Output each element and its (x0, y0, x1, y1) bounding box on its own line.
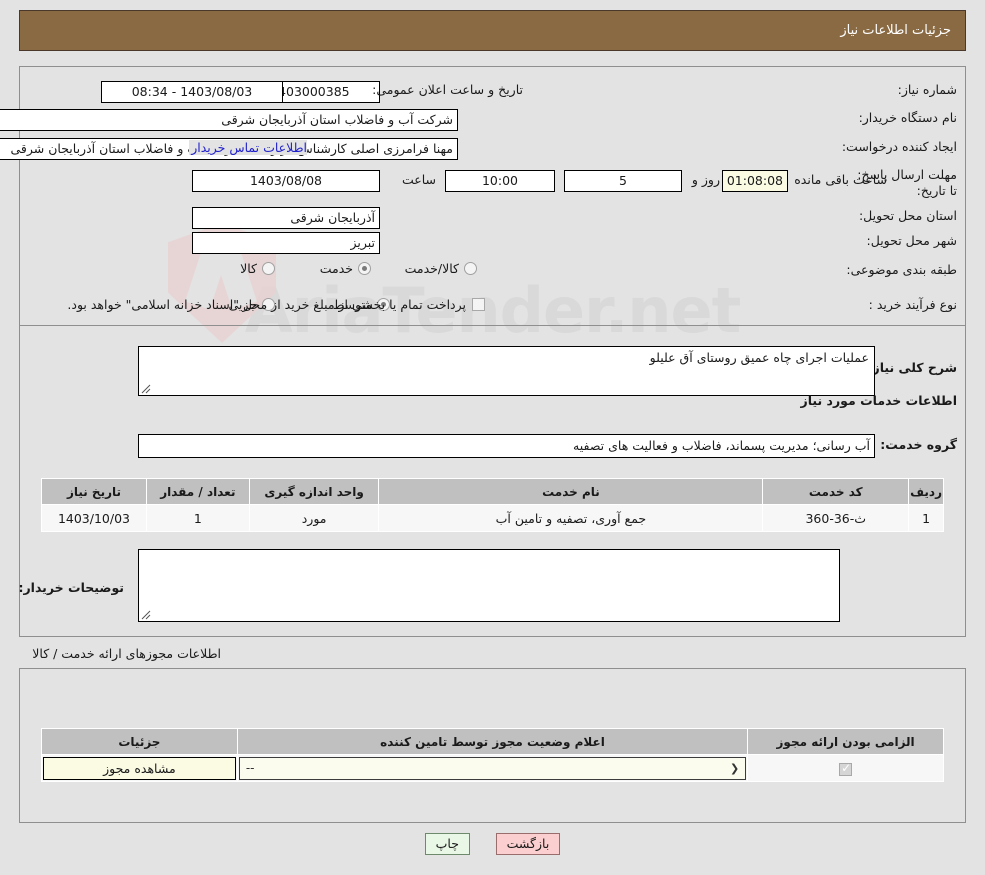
treasury-note-label: پرداخت تمام یا بخشی از مبلغ خرید از محل … (67, 297, 466, 312)
checkbox-treasury-icon[interactable] (472, 298, 485, 311)
public-announce-label-wrap: تاریخ و ساعت اعلان عمومی: (372, 82, 523, 97)
hour-label-wrap: ساعت (402, 172, 436, 187)
chevron-down-icon: ❮ (729, 761, 740, 775)
radio-kala-icon[interactable] (262, 262, 275, 275)
requester-label-wrap: ایجاد کننده درخواست: (842, 139, 957, 154)
buyer-org-field[interactable]: شرکت آب و فاضلاب استان آذربایجان شرقی (0, 109, 458, 131)
services-table-header-row: ردیف کد خدمت نام خدمت واحد اندازه گیری ت… (41, 478, 944, 505)
license-status-value: -- (245, 760, 255, 775)
category-option-kala[interactable]: کالا (240, 261, 275, 276)
resize-grip-icon-2[interactable] (141, 610, 151, 620)
deadline-date-field[interactable]: 1403/08/08 (192, 170, 380, 192)
services-table-wrap: ردیف کد خدمت نام خدمت واحد اندازه گیری ت… (41, 478, 944, 532)
cell-unit: مورد (248, 504, 380, 532)
cell-license-status: ❮ -- (236, 754, 749, 782)
city-label-wrap: شهر محل تحویل: (867, 233, 957, 248)
col-license-status: اعلام وضعیت مجوز توسط تامین کننده (236, 728, 749, 755)
col-need-date: تاریخ نیاز (41, 478, 147, 505)
need-number-label-wrap: شماره نیاز: (898, 82, 957, 97)
buyer-contact-link-label: اطلاعات تماس خریدار (191, 140, 307, 155)
remaining-days-field[interactable]: 5 (564, 170, 682, 192)
cell-code: ث-36-360 (762, 504, 910, 532)
general-desc-label: شرح کلی نیاز: (867, 360, 957, 375)
need-info-panel (19, 66, 966, 325)
public-announce-field[interactable]: 1403/08/03 - 08:34 (101, 81, 283, 103)
city-field[interactable]: تبریز (192, 232, 380, 254)
services-info-title: اطلاعات خدمات مورد نیاز (800, 393, 958, 408)
category-option-label-0: کالا (240, 261, 257, 276)
licenses-table: الزامی بودن ارائه مجوز اعلام وضعیت مجوز … (41, 728, 944, 782)
cell-radif: 1 (908, 504, 944, 532)
cell-name: جمع آوری، تصفیه و تامین آب (378, 504, 764, 532)
cell-need-date: 1403/10/03 (41, 504, 147, 532)
days-label: روز و (691, 172, 720, 187)
buyer-notes-label-wrap: توضیحات خریدار: (18, 580, 124, 595)
table-row: 1 ث-36-360 جمع آوری، تصفیه و تامین آب مو… (41, 504, 944, 532)
col-radif: ردیف (908, 478, 944, 505)
category-option-khedmat[interactable]: خدمت (320, 261, 371, 276)
cell-license-required (747, 754, 944, 782)
page-title: جزئیات اطلاعات نیاز (840, 23, 951, 38)
col-license-required: الزامی بودن ارائه مجوز (747, 728, 944, 755)
hour-label: ساعت (401, 172, 436, 187)
page-header: جزئیات اطلاعات نیاز (19, 10, 966, 51)
requester-label: ایجاد کننده درخواست: (841, 139, 957, 154)
days-label-wrap: روز و (692, 172, 720, 187)
checkbox-license-required-icon (839, 761, 853, 776)
buyer-notes-textarea[interactable] (138, 549, 840, 622)
cell-qty: 1 (145, 504, 250, 532)
radio-khedmat-icon[interactable] (358, 262, 371, 275)
general-desc-textarea[interactable]: عملیات اجرای چاه عمیق روستای آق علیلو (138, 346, 875, 396)
purchase-type-label-wrap: نوع فرآیند خرید : (869, 297, 957, 312)
licenses-table-wrap: الزامی بودن ارائه مجوز اعلام وضعیت مجوز … (41, 728, 944, 782)
countdown-field[interactable]: 01:08:08 (722, 170, 788, 192)
buyer-notes-label: توضیحات خریدار: (18, 580, 124, 595)
purchase-type-label: نوع فرآیند خرید : (868, 297, 957, 312)
remaining-hours-label: ساعت باقی مانده (794, 172, 887, 187)
remaining-label-wrap: ساعت باقی مانده (794, 172, 887, 187)
buyer-org-label: نام دستگاه خریدار: (858, 110, 957, 125)
table-row: ❮ -- مشاهده مجوز (41, 754, 944, 782)
service-group-label: گروه خدمت: (880, 437, 957, 452)
print-button[interactable]: چاپ (424, 833, 470, 855)
licenses-table-header-row: الزامی بودن ارائه مجوز اعلام وضعیت مجوز … (41, 728, 944, 755)
view-license-button[interactable]: مشاهده مجوز (43, 756, 236, 780)
need-number-label: شماره نیاز: (897, 82, 957, 97)
licenses-section-title: اطلاعات مجوزهای ارائه خدمت / کالا (32, 646, 221, 661)
col-license-details: جزئیات (41, 728, 238, 755)
back-button[interactable]: بازگشت (495, 833, 561, 855)
service-group-field[interactable]: آب رسانی؛ مدیریت پسماند، فاضلاب و فعالیت… (138, 434, 875, 458)
license-status-select[interactable]: ❮ -- (238, 756, 747, 780)
buyer-notes-value (139, 550, 839, 556)
province-label-wrap: استان محل تحویل: (859, 208, 957, 223)
radio-kala-khedmat-icon[interactable] (464, 262, 477, 275)
services-info-title-wrap: اطلاعات خدمات مورد نیاز (801, 393, 958, 408)
treasury-docs-option[interactable]: پرداخت تمام یا بخشی از مبلغ خرید از محل … (67, 297, 485, 312)
licenses-section-title-wrap: اطلاعات مجوزهای ارائه خدمت / کالا (32, 646, 221, 661)
cell-license-details: مشاهده مجوز (41, 754, 238, 782)
category-option-label-1: خدمت (319, 261, 353, 276)
public-announce-label: تاریخ و ساعت اعلان عمومی: (372, 82, 523, 97)
category-label: طبقه بندی موضوعی: (846, 262, 957, 277)
buyer-contact-link[interactable]: اطلاعات تماس خریدار (189, 140, 307, 155)
category-label-wrap: طبقه بندی موضوعی: (846, 262, 957, 277)
general-desc-label-wrap: شرح کلی نیاز: (868, 360, 957, 375)
col-name: نام خدمت (378, 478, 764, 505)
service-group-label-wrap: گروه خدمت: (880, 437, 957, 452)
col-unit: واحد اندازه گیری (248, 478, 380, 505)
resize-grip-icon[interactable] (141, 384, 151, 394)
city-label: شهر محل تحویل: (866, 233, 957, 248)
province-field[interactable]: آذربایجان شرقی (192, 207, 380, 229)
province-label: استان محل تحویل: (858, 208, 957, 223)
footer-actions: بازگشت چاپ (0, 833, 985, 855)
services-table: ردیف کد خدمت نام خدمت واحد اندازه گیری ت… (41, 478, 944, 532)
page-root: AriaTender.net جزئیات اطلاعات نیاز شماره… (0, 0, 985, 875)
deadline-time-field[interactable]: 10:00 (445, 170, 555, 192)
buyer-org-label-wrap: نام دستگاه خریدار: (859, 110, 957, 125)
general-desc-value: عملیات اجرای چاه عمیق روستای آق علیلو (649, 350, 869, 365)
category-option-kala-khedmat[interactable]: کالا/خدمت (405, 261, 477, 276)
col-code: کد خدمت (762, 478, 910, 505)
col-qty: تعداد / مقدار (145, 478, 250, 505)
category-option-label-2: کالا/خدمت (404, 261, 459, 276)
